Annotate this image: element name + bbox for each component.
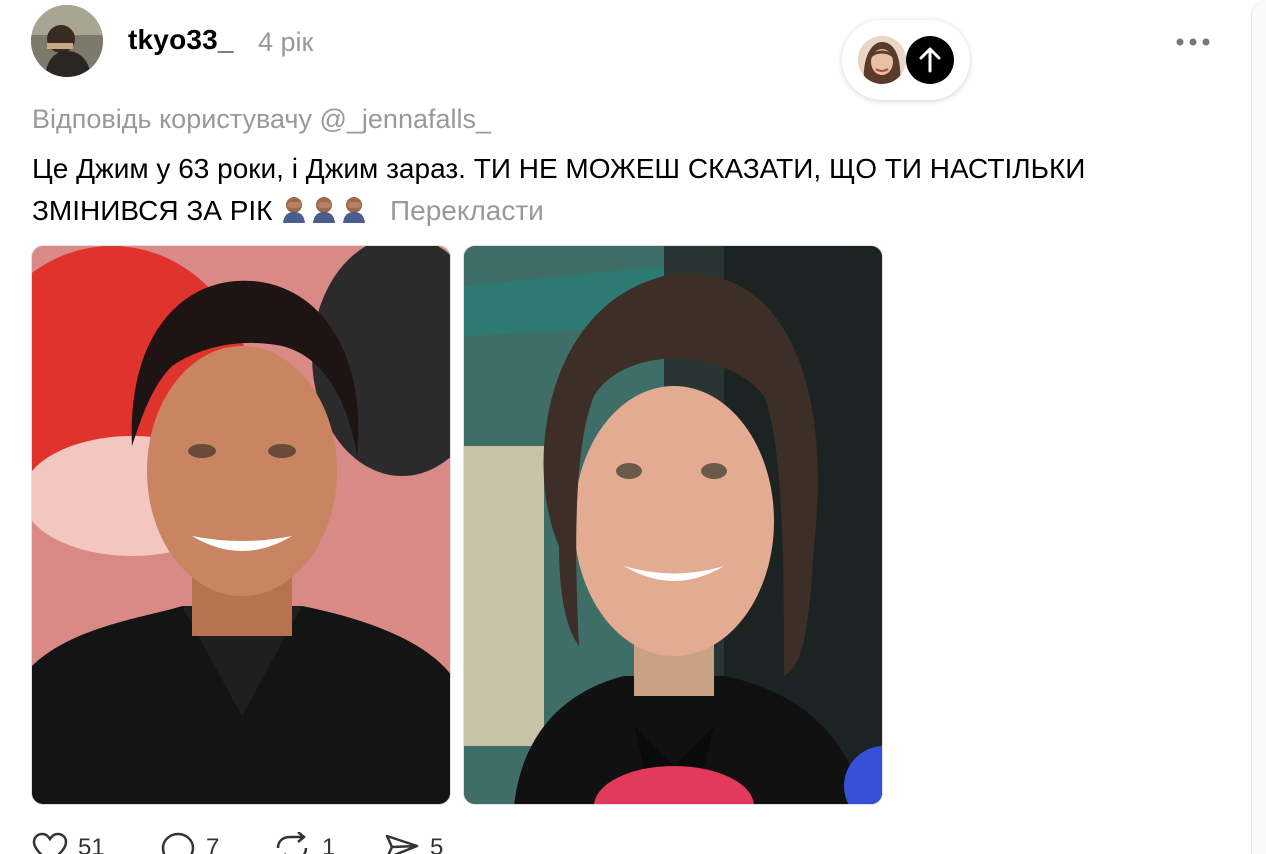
new-posts-pill[interactable] xyxy=(842,20,970,100)
post-body: Це Джим у 63 роки, і Джим зараз. ТИ НЕ М… xyxy=(32,148,1212,232)
adjacent-card-edge xyxy=(1251,0,1266,854)
facepalm-emoji-icon xyxy=(343,197,366,223)
thread-post: tkyo33_ 4 рік Відповідь користувачу @_je… xyxy=(0,0,1266,854)
comment-count: 7 xyxy=(206,834,220,854)
share-button[interactable]: 5 xyxy=(384,832,443,854)
post-timestamp: 4 рік xyxy=(258,27,314,57)
arrow-up-icon[interactable] xyxy=(906,36,954,84)
author-username[interactable]: tkyo33_ xyxy=(128,24,234,56)
facepalm-emoji-icon xyxy=(283,197,306,223)
photo-1-image xyxy=(32,246,450,804)
reply-to-label[interactable]: Відповідь користувачу @_jennafalls_ xyxy=(32,104,491,135)
share-count: 5 xyxy=(430,834,444,854)
pill-avatar xyxy=(858,36,906,84)
post-text: Це Джим у 63 роки, і Джим зараз. ТИ НЕ М… xyxy=(32,153,1086,226)
comment-icon xyxy=(161,832,195,854)
post-photo-2[interactable] xyxy=(463,245,883,805)
repost-button[interactable]: 1 xyxy=(272,832,335,854)
facepalm-emoji-icon xyxy=(313,197,336,223)
comment-button[interactable]: 7 xyxy=(160,832,219,854)
like-button[interactable]: 51 xyxy=(32,832,105,854)
photo-2-image xyxy=(464,246,882,804)
send-icon xyxy=(385,834,419,854)
translate-link[interactable]: Перекласти xyxy=(390,195,544,226)
like-count: 51 xyxy=(78,834,105,854)
pill-avatar-image xyxy=(858,36,906,84)
repost-count: 1 xyxy=(322,834,336,854)
more-dots-icon[interactable] xyxy=(1174,33,1214,51)
repost-icon xyxy=(276,832,308,854)
post-photo-1[interactable] xyxy=(31,245,451,805)
author-avatar[interactable] xyxy=(31,5,103,77)
heart-icon xyxy=(32,832,68,854)
avatar-image xyxy=(31,5,103,77)
facepalm-emoji-group xyxy=(280,195,378,226)
